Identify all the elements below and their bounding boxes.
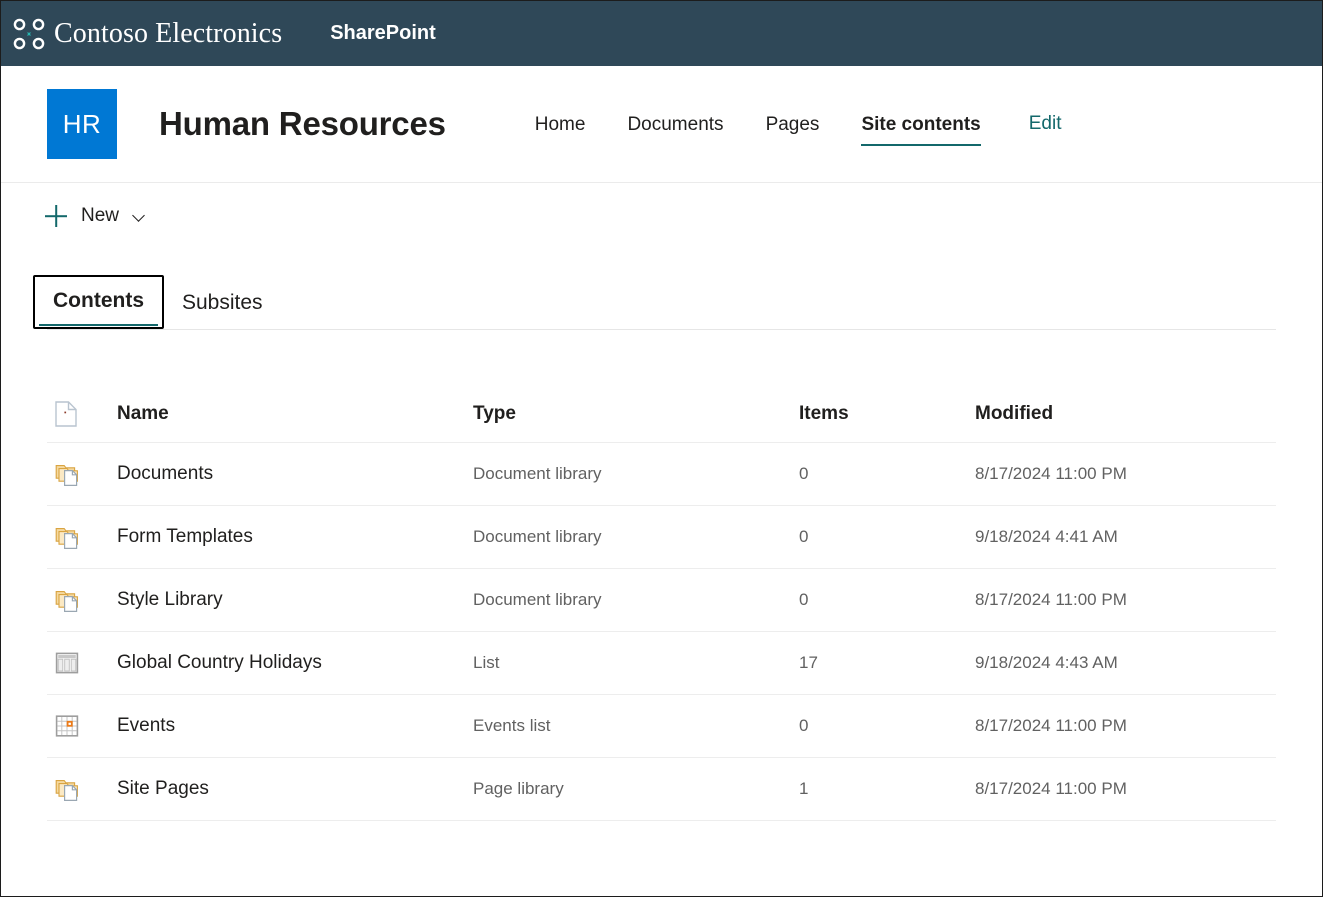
row-icon-cell xyxy=(47,524,117,550)
row-type: Document library xyxy=(473,527,799,547)
tab-contents[interactable]: Contents xyxy=(33,275,164,329)
row-modified: 9/18/2024 4:43 AM xyxy=(975,653,1276,673)
row-type: Events list xyxy=(473,716,799,736)
document-library-icon xyxy=(55,587,81,613)
row-icon-cell xyxy=(47,587,117,613)
row-modified: 8/17/2024 11:00 PM xyxy=(975,590,1276,610)
row-modified: 9/18/2024 4:41 AM xyxy=(975,527,1276,547)
events-calendar-icon xyxy=(55,714,79,738)
column-header-modified[interactable]: Modified xyxy=(975,403,1276,425)
row-items: 17 xyxy=(799,653,975,673)
edit-navigation-link[interactable]: Edit xyxy=(1029,113,1062,135)
row-name[interactable]: Documents xyxy=(117,463,473,485)
new-button[interactable]: New xyxy=(45,196,146,236)
table-row[interactable]: Site Pages Page library 1 8/17/2024 11:0… xyxy=(47,758,1276,821)
row-modified: 8/17/2024 11:00 PM xyxy=(975,779,1276,799)
row-name[interactable]: Style Library xyxy=(117,589,473,611)
brand-name: Contoso Electronics xyxy=(54,18,282,50)
new-button-label: New xyxy=(81,205,119,227)
table-row[interactable]: Events Events list 0 8/17/2024 11:00 PM xyxy=(47,695,1276,758)
chevron-down-icon[interactable] xyxy=(133,210,146,223)
row-modified: 8/17/2024 11:00 PM xyxy=(975,464,1276,484)
column-header-icon[interactable] xyxy=(47,401,117,427)
suite-bar: Contoso Electronics SharePoint xyxy=(1,1,1322,66)
document-library-icon xyxy=(55,524,81,550)
row-type: Page library xyxy=(473,779,799,799)
row-items: 0 xyxy=(799,464,975,484)
document-library-icon xyxy=(55,461,81,487)
page-title: Human Resources xyxy=(159,105,446,143)
row-items: 0 xyxy=(799,716,975,736)
site-contents-table: Name Type Items Modified Documents Docum… xyxy=(47,330,1276,821)
column-header-type[interactable]: Type xyxy=(473,403,799,425)
row-name[interactable]: Global Country Holidays xyxy=(117,652,473,674)
table-row[interactable]: Form Templates Document library 0 9/18/2… xyxy=(47,506,1276,569)
column-header-name[interactable]: Name xyxy=(117,403,473,425)
tab-subsites[interactable]: Subsites xyxy=(164,279,281,329)
document-library-icon xyxy=(55,776,81,802)
row-icon-cell xyxy=(47,651,117,675)
nav-item-documents[interactable]: Documents xyxy=(606,115,744,134)
table-row[interactable]: Documents Document library 0 8/17/2024 1… xyxy=(47,443,1276,506)
command-bar: New xyxy=(1,183,1322,249)
nav-item-home[interactable]: Home xyxy=(514,115,607,134)
nav-item-site-contents[interactable]: Site contents xyxy=(840,115,1001,134)
plus-icon xyxy=(45,205,67,227)
row-name[interactable]: Events xyxy=(117,715,473,737)
suite-app-name[interactable]: SharePoint xyxy=(330,22,436,45)
table-row[interactable]: Global Country Holidays List 17 9/18/202… xyxy=(47,632,1276,695)
row-name[interactable]: Form Templates xyxy=(117,526,473,548)
site-header: HR Human Resources Home Documents Pages … xyxy=(1,66,1322,183)
row-icon-cell xyxy=(47,776,117,802)
nav-item-pages[interactable]: Pages xyxy=(745,115,841,134)
table-header-row: Name Type Items Modified xyxy=(47,386,1276,443)
list-icon xyxy=(55,651,79,675)
row-items: 1 xyxy=(799,779,975,799)
row-items: 0 xyxy=(799,590,975,610)
row-items: 0 xyxy=(799,527,975,547)
row-icon-cell xyxy=(47,461,117,487)
row-type: Document library xyxy=(473,464,799,484)
contents-tablist: Contents Subsites xyxy=(1,267,1322,329)
document-icon xyxy=(55,401,77,427)
drone-logo-icon xyxy=(13,18,45,50)
brand-link[interactable]: Contoso Electronics xyxy=(13,18,282,50)
site-acronym-logo[interactable]: HR xyxy=(47,89,117,159)
site-navigation: Home Documents Pages Site contents Edit xyxy=(514,89,1062,159)
row-name[interactable]: Site Pages xyxy=(117,778,473,800)
row-type: List xyxy=(473,653,799,673)
row-type: Document library xyxy=(473,590,799,610)
row-icon-cell xyxy=(47,714,117,738)
row-modified: 8/17/2024 11:00 PM xyxy=(975,716,1276,736)
table-row[interactable]: Style Library Document library 0 8/17/20… xyxy=(47,569,1276,632)
column-header-items[interactable]: Items xyxy=(799,403,975,425)
sharepoint-site-contents-page: Contoso Electronics SharePoint HR Human … xyxy=(0,0,1323,897)
